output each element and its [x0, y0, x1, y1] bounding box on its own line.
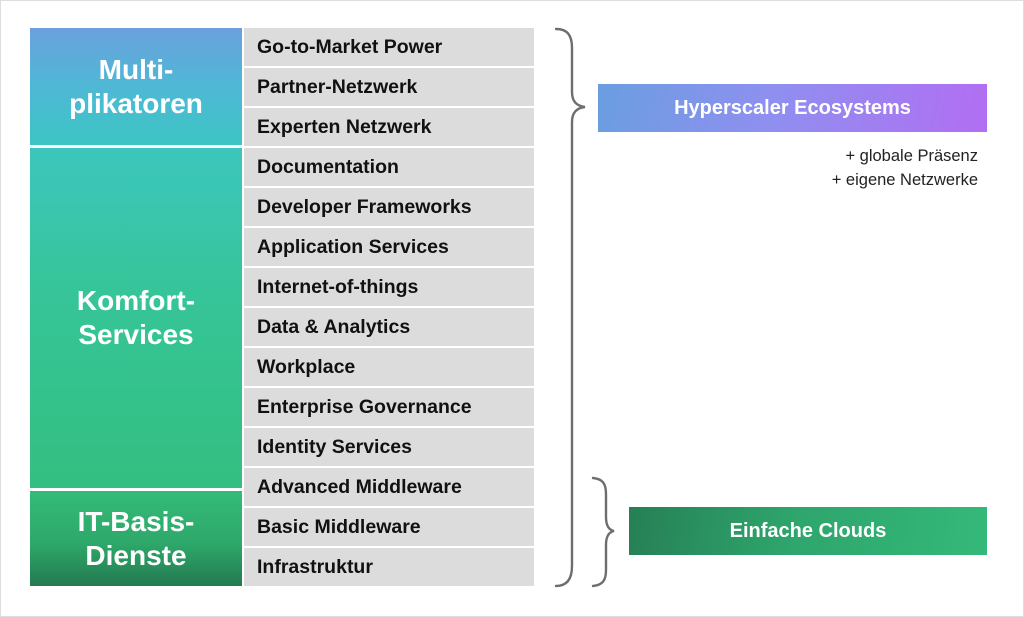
simple-cloud-brace — [591, 476, 615, 588]
hyperscaler-ecosystems-box: Hyperscaler Ecosystems — [598, 84, 987, 132]
note-line: + globale Präsenz — [845, 147, 978, 165]
hyperscaler-label: Hyperscaler Ecosystems — [674, 96, 911, 119]
einfache-clouds-box: Einfache Clouds — [629, 507, 987, 555]
hyperscaler-brace — [554, 27, 586, 588]
hyperscaler-notes: + globale Präsenz + eigene Netzwerke — [832, 144, 978, 192]
einfache-clouds-label: Einfache Clouds — [729, 519, 887, 542]
note-line: + eigene Netzwerke — [831, 171, 978, 189]
